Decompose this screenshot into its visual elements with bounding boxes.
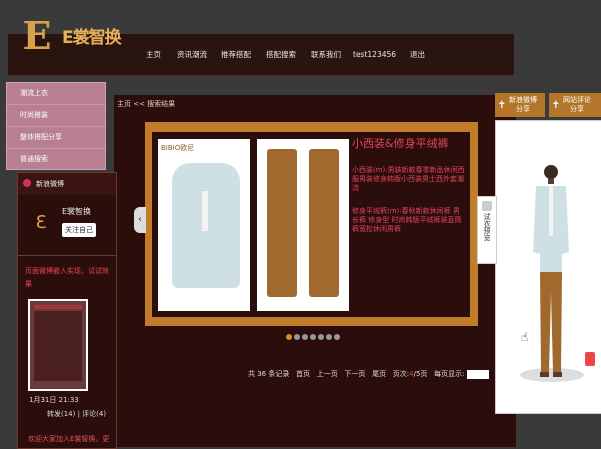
menu-item-outfit-share[interactable]: 整体搭配分享 [7, 127, 105, 149]
slider-prev-button[interactable]: ‹ [134, 207, 146, 233]
product-image-pants[interactable] [257, 139, 349, 311]
slider-dots [286, 334, 340, 340]
slider-dot[interactable] [310, 334, 316, 340]
nav-contact[interactable]: 联系我们 [311, 45, 341, 65]
avatar: Ɛ [35, 212, 47, 233]
logo-mark: E [22, 13, 52, 58]
menu-item-normal-search[interactable]: 普通搜索 [7, 149, 105, 170]
per-page-label: 每页显示: [434, 370, 465, 378]
nav-news[interactable]: 资讯潮流 [177, 45, 207, 65]
weibo-icon [23, 179, 31, 187]
weibo-message: 页面微博嵌入实现，试试效果 [25, 267, 109, 288]
model-figure [533, 165, 569, 377]
last-page-link[interactable]: 尾页 [372, 370, 386, 378]
total-count: 共 36 条记录 [248, 370, 290, 378]
pants-graphic [309, 149, 339, 297]
product-title[interactable]: 小西装&修身平绒裤 [352, 137, 470, 150]
slider-dot[interactable] [294, 334, 300, 340]
trash-icon[interactable] [585, 352, 595, 366]
weibo-user-name[interactable]: E裳智换 [62, 206, 91, 217]
weibo-title: 新浪微博 [36, 180, 64, 188]
weibo-stats[interactable]: 转发(14) | 评论(4) [47, 409, 106, 419]
hand-cursor-icon: ☝ [521, 330, 529, 344]
menu-item-fashion[interactable]: 时尚搭装 [7, 105, 105, 127]
slider-dot[interactable] [334, 334, 340, 340]
divider [18, 255, 116, 256]
nav-home[interactable]: 主页 [146, 45, 161, 65]
shirt-icon [482, 201, 492, 211]
weibo-panel: 新浪微博 Ɛ E裳智换 关注自己 页面微博嵌入实现，试试效果 1月31日 21:… [17, 172, 117, 449]
pagination: 共 36 条记录 首页 上一页 下一页 尾页 页次:4/5页 每页显示: [248, 369, 489, 379]
weibo-footer-text: 欢迎大家加入E裳智换，更 [28, 435, 110, 443]
first-page-link[interactable]: 首页 [296, 370, 310, 378]
follow-button[interactable]: 关注自己 [62, 223, 96, 237]
brand-label: BIBIO欧尼 [161, 144, 195, 152]
brand-name: E裳智换 [62, 28, 122, 48]
share-weibo-button[interactable]: ✝ 新浪微博 分享 [495, 93, 545, 117]
nav-logout[interactable]: 退出 [410, 45, 425, 65]
nav-recommend[interactable]: 推荐搭配 [221, 45, 251, 65]
tryon-tab[interactable]: 试衣预览 [477, 196, 497, 264]
logo[interactable]: E E裳智换 [14, 8, 144, 68]
share-site-button[interactable]: ✝ 网站评论 分享 [549, 93, 601, 117]
product-desc-pants: 修身平绒裤(m):春秋新款休闲裤 男 长裤 修身型 时尚韩版平绒裤装直筒裤宽松休… [352, 207, 462, 233]
share-icon: ✝ [551, 99, 561, 111]
main-nav: 主页 资讯潮流 推荐搭配 搭配搜索 联系我们 test123456 退出 [146, 45, 425, 65]
pants-graphic [267, 149, 297, 297]
jacket-graphic [172, 163, 240, 288]
product-desc-jacket: 小西装(m):男装新款春季新品休闲西服男装修身韩版小西装男士西外套潮流 [352, 166, 465, 192]
next-page-link[interactable]: 下一页 [344, 370, 365, 378]
page-total: /5页 [413, 370, 428, 378]
slider-dot[interactable] [318, 334, 324, 340]
dropdown-menu: 潮流上衣 时尚搭装 整体搭配分享 普通搜索 [6, 82, 106, 170]
weibo-date: 1月31日 21:33 [29, 396, 79, 404]
prev-page-link[interactable]: 上一页 [317, 370, 338, 378]
breadcrumb[interactable]: 主页 << 搜索结果 [117, 99, 175, 109]
nav-search[interactable]: 搭配搜索 [266, 45, 296, 65]
product-image-jacket[interactable]: BIBIO欧尼 [158, 139, 250, 311]
weibo-image[interactable] [28, 299, 88, 391]
slider-dot[interactable] [302, 334, 308, 340]
slider-dot[interactable] [326, 334, 332, 340]
weibo-header: 新浪微博 [18, 173, 116, 195]
share-icon: ✝ [497, 99, 507, 111]
slider-dot[interactable] [286, 334, 292, 340]
menu-item-tops[interactable]: 潮流上衣 [7, 83, 105, 105]
page-info-label: 页次: [392, 370, 410, 378]
per-page-input[interactable] [466, 369, 489, 379]
nav-user[interactable]: test123456 [353, 45, 396, 65]
